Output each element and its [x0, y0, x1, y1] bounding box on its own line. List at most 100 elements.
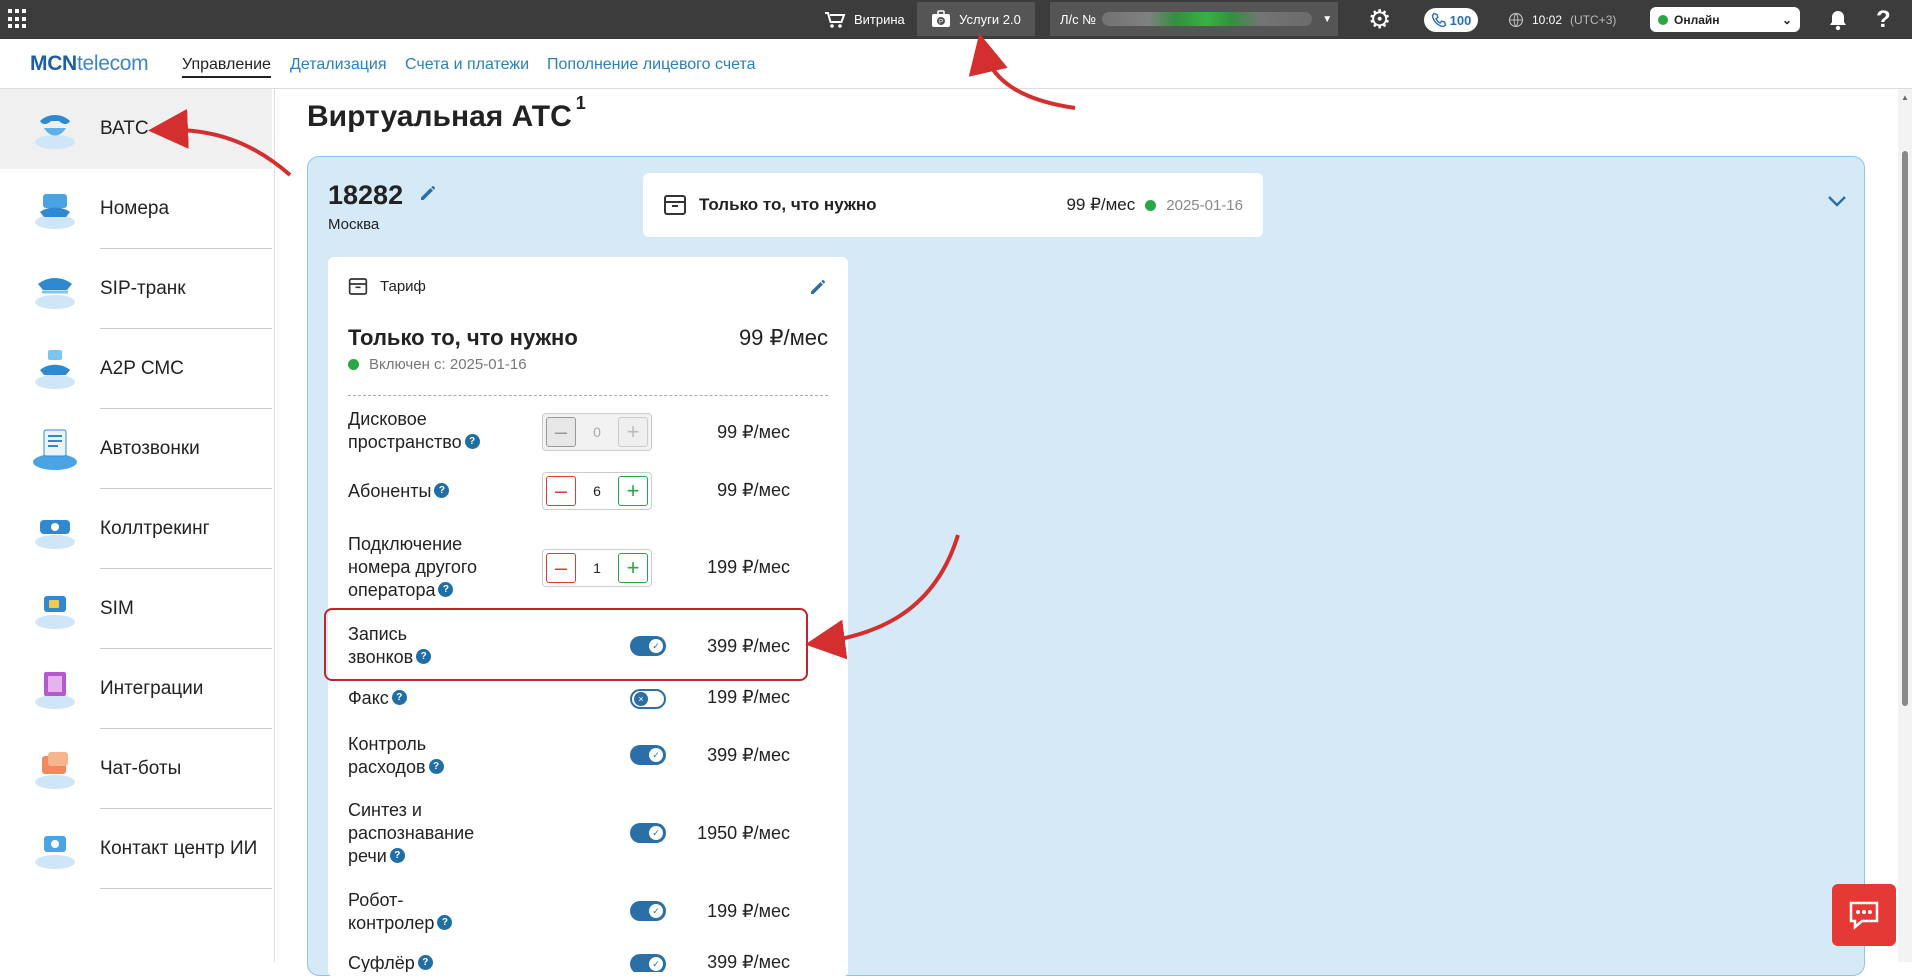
active-status-dot — [348, 359, 359, 370]
nav-scheta-platezhi[interactable]: Счета и платежи — [405, 56, 529, 74]
prompter-toggle[interactable]: ✓ — [630, 954, 666, 972]
time-value: 10:02 — [1532, 12, 1563, 27]
main-nav: MCNtelecom Управление Детализация Счета … — [0, 39, 1912, 89]
decrement-button[interactable]: – — [546, 476, 576, 506]
option-price: 1950 ₽/мес — [697, 823, 790, 843]
help-icon[interactable]: ? — [434, 482, 450, 498]
stepper-value[interactable]: 6 — [576, 483, 618, 499]
logo-light: telecom — [76, 52, 149, 75]
sip-trunk-icon — [35, 278, 75, 309]
sidebar-item-calltracking[interactable]: Коллтрекинг — [0, 489, 272, 569]
option-label: Дисковое пространство? — [348, 408, 528, 454]
fax-toggle[interactable]: × — [630, 689, 666, 709]
scroll-up-icon[interactable]: ▲ — [1901, 93, 1909, 102]
nav-detalizaciya[interactable]: Детализация — [290, 56, 387, 74]
phone-icon — [1431, 12, 1446, 28]
x-icon: × — [634, 692, 648, 706]
support-chat-button[interactable] — [1832, 884, 1896, 946]
help-icon[interactable]: ? — [464, 433, 480, 449]
option-label: Робот-контролер? — [348, 889, 528, 935]
sidebar-item-autocalls[interactable]: Автозвонки — [0, 409, 272, 489]
online-dot — [1658, 14, 1668, 25]
help-icon[interactable]: ? — [428, 758, 444, 774]
speech-toggle[interactable]: ✓ — [630, 823, 666, 843]
sidebar-item-numbers[interactable]: Номера — [0, 169, 272, 249]
option-price: 199 ₽/мес — [707, 901, 790, 921]
svg-text:P: P — [939, 20, 943, 26]
edit-pencil-icon[interactable] — [418, 183, 438, 203]
sidebar-item-sim[interactable]: SIM — [0, 569, 272, 649]
expense-control-toggle[interactable]: ✓ — [630, 745, 666, 765]
page-scrollbar[interactable]: ▲ — [1898, 89, 1912, 962]
option-fax: Факс? × 199 ₽/мес — [348, 687, 828, 713]
account-label: Л/с № — [1060, 11, 1097, 27]
robot-controller-toggle[interactable]: ✓ — [630, 901, 666, 921]
status-select[interactable]: Онлайн ⌄ — [1650, 7, 1800, 32]
account-selector[interactable]: Л/с № ▼ — [1050, 2, 1338, 36]
call-recording-highlight-box — [324, 608, 808, 681]
sidebar-item-vats[interactable]: ВАТС — [0, 89, 272, 169]
sidebar-label: Автозвонки — [100, 438, 200, 459]
sidebar-item-sip-trunk[interactable]: SIP-транк — [0, 249, 272, 329]
help-icon[interactable]: ? — [417, 954, 433, 970]
option-label: Факс? — [348, 687, 528, 710]
increment-button[interactable]: + — [618, 476, 648, 506]
integrations-icon — [35, 672, 75, 709]
nav-popolnenie[interactable]: Пополнение лицевого счета — [547, 56, 756, 74]
timezone-value: (UTC+3) — [1570, 12, 1617, 27]
option-disk-space: Дисковое пространство? – 0 + 99 ₽/мес — [348, 407, 828, 457]
apps-grid-icon[interactable] — [8, 9, 28, 29]
settings-gear-icon[interactable]: ⚙ — [1368, 0, 1391, 39]
collapse-chevron-icon[interactable] — [1826, 194, 1848, 208]
check-icon: ✓ — [649, 826, 663, 840]
vats-city: Москва — [328, 216, 380, 233]
sidebar-label: ВАТС — [100, 118, 149, 139]
vitrina-link[interactable]: Витрина — [824, 0, 905, 39]
top-bar: Витрина P Услуги 2.0 Л/с № ▼ ⚙ 100 10:02… — [0, 0, 1912, 39]
sidebar-item-chatbots[interactable]: Чат-боты — [0, 729, 272, 809]
help-icon[interactable]: ? — [1876, 0, 1891, 39]
help-icon[interactable]: ? — [391, 689, 407, 705]
help-icon[interactable]: ? — [389, 847, 405, 863]
sidebar-item-integrations[interactable]: Интеграции — [0, 649, 272, 729]
sidebar-label: Чат-боты — [100, 758, 182, 779]
option-price: 399 ₽/мес — [707, 745, 790, 765]
summary-date: 2025-01-16 — [1166, 196, 1243, 214]
option-other-operator: Подключение номера другого оператора? – 1 … — [348, 533, 828, 605]
sidebar-divider — [100, 888, 272, 889]
tariff-price: 99 ₽/мес — [738, 325, 828, 350]
help-icon[interactable]: ? — [437, 914, 453, 930]
sidebar-item-ai-contact-center[interactable]: Контакт центр ИИ — [0, 809, 272, 889]
option-label: Подключение номера другого оператора? — [348, 534, 478, 600]
active-status-dot — [1145, 199, 1157, 211]
uslugi-tab[interactable]: P Услуги 2.0 — [917, 2, 1035, 36]
decrement-button[interactable]: – — [546, 553, 576, 583]
increment-button[interactable]: + — [618, 553, 648, 583]
option-expense-control: Контроль расходов? ✓ 399 ₽/мес — [348, 733, 828, 783]
check-icon: ✓ — [649, 957, 663, 971]
status-label: Онлайн — [1674, 12, 1720, 27]
stepper-value[interactable]: 1 — [576, 560, 618, 576]
sim-icon — [35, 596, 75, 629]
option-label: Контроль расходов? — [348, 733, 528, 779]
sms-icon — [35, 350, 75, 389]
quantity-stepper: – 0 + — [542, 413, 652, 451]
sidebar-item-a2p-sms[interactable]: A2P СМС — [0, 329, 272, 409]
nav-upravlenie[interactable]: Управление — [182, 56, 271, 78]
mcn-logo[interactable]: MCNtelecom — [30, 52, 149, 76]
archive-box-icon — [664, 195, 686, 215]
help-icon[interactable]: ? — [438, 581, 454, 597]
option-prompter: Суфлёр? ✓ 399 ₽/мес — [348, 952, 828, 972]
option-robot-controller: Робот-контролер? ✓ 199 ₽/мес — [348, 889, 828, 939]
calls-counter[interactable]: 100 — [1424, 8, 1478, 32]
page-title: Виртуальная АТС 1 — [307, 93, 586, 134]
caret-down-icon: ▼ — [1322, 13, 1333, 25]
services-bag-icon: P — [932, 10, 951, 27]
bell-icon[interactable] — [1828, 0, 1848, 39]
edit-pencil-icon[interactable] — [808, 277, 828, 297]
decrement-button: – — [546, 417, 576, 447]
scrollbar-thumb[interactable] — [1902, 151, 1908, 706]
check-icon: ✓ — [649, 904, 663, 918]
option-price: 99 ₽/мес — [717, 480, 790, 500]
tariff-summary-card[interactable]: Только то, что нужно 99 ₽/мес 2025-01-16 — [643, 173, 1263, 237]
